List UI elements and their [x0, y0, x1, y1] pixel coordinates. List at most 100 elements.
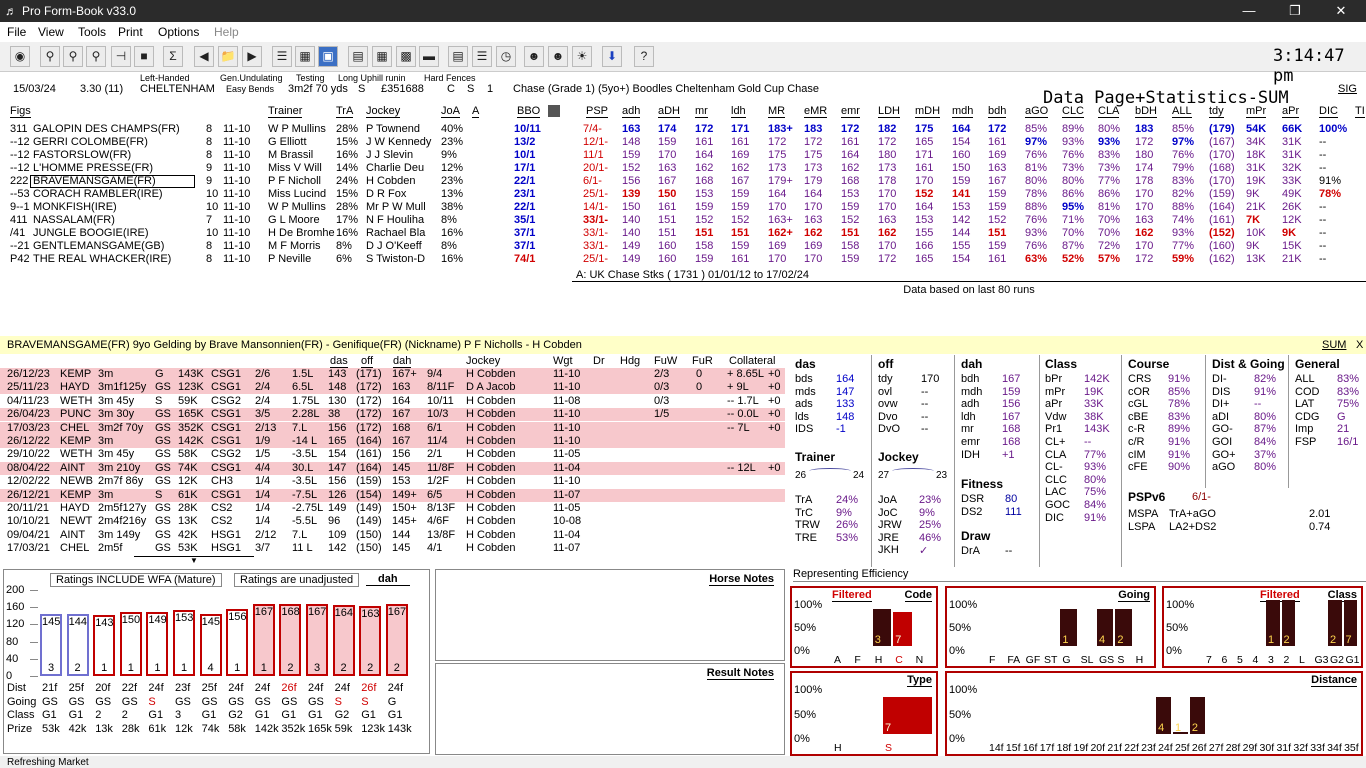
col-joa[interactable]: JoA	[441, 105, 460, 118]
stopwatch-icon[interactable]: ◷	[496, 46, 516, 67]
history-row[interactable]: 26/12/22 KEMP 3m GS 142K CSG1 1/9 -14 L 165 (164)…	[0, 435, 785, 448]
col-emr[interactable]: eMR	[804, 105, 828, 118]
col-bdh2[interactable]: bDH	[1135, 105, 1158, 118]
history-row[interactable]: 26/12/21 KEMP 3m S 61K CSG1 1/4 -7.5L 126 (154) 14…	[0, 488, 785, 502]
col-cla[interactable]: CLA	[1098, 105, 1120, 118]
hist-col-das[interactable]: das	[330, 355, 348, 368]
people-icon[interactable]: ☻	[548, 46, 568, 67]
runner-name[interactable]: BRAVEMANSGAME(FR)	[33, 175, 156, 188]
runner-row[interactable]: P42 THE REAL WHACKER(IRE) 8 11-10 P Neville 6…	[0, 253, 1366, 266]
col-ti[interactable]: TI	[1355, 105, 1365, 118]
dotted-grid-icon[interactable]: ▩	[396, 46, 416, 67]
magnifier-icon[interactable]: ⚲	[40, 46, 60, 67]
checklist-icon[interactable]: ☰	[472, 46, 492, 67]
filtered-label[interactable]: Filtered	[832, 589, 872, 602]
menu-help[interactable]: Help	[214, 25, 239, 39]
stop-icon[interactable]: ■	[134, 46, 154, 67]
down-arrow-icon[interactable]: ⬇	[602, 46, 622, 67]
hist-col-jockey[interactable]: Jockey	[466, 355, 500, 367]
col-bbo[interactable]: BBO	[517, 105, 541, 118]
runner-row[interactable]: 411 NASSALAM(FR) 7 11-10 G L Moore 17% N F Hou…	[0, 214, 1366, 227]
runner-name[interactable]: L'HOMME PRESSE(FR)	[33, 162, 153, 175]
forward-arrow-icon[interactable]: ▶	[242, 46, 262, 67]
hist-col-fuw[interactable]: FuW	[654, 355, 677, 367]
col-flag-icon[interactable]	[548, 105, 560, 117]
col-mpr[interactable]: mPr	[1246, 105, 1267, 118]
history-row[interactable]: 25/11/23 HAYD 3m1f125y GS 123K CSG1 2/4 6.5L 148…	[0, 381, 785, 395]
ratings-wfa-tab[interactable]: Ratings INCLUDE WFA (Mature)	[50, 573, 222, 587]
history-row[interactable]: 09/04/21 AINT 3m 149y GS 42K HSG1 2/12 7.L 109 (1…	[0, 529, 785, 542]
runner-row[interactable]: 311 GALOPIN DES CHAMPS(FR) 8 11-10 W P Mulli…	[0, 123, 1366, 136]
runner-row[interactable]: --21 GENTLEMANSGAME(GB) 8 11-10 M F Morris 8%…	[0, 240, 1366, 253]
hist-col-dr[interactable]: Dr	[593, 355, 605, 367]
split-view-icon[interactable]: ▤	[348, 46, 368, 67]
history-row[interactable]: 26/04/23 PUNC 3m 30y GS 165K CSG1 3/5 2.28L 38 (1…	[0, 408, 785, 422]
close-button[interactable]: ✕	[1318, 0, 1364, 22]
col-adh2[interactable]: aDH	[658, 105, 681, 118]
history-row[interactable]: 20/11/21 HAYD 2m5f127y GS 28K CS2 1/4 -2.75L 149…	[0, 502, 785, 515]
runner-name[interactable]: JUNGLE BOOGIE(IRE)	[33, 227, 149, 240]
menu-options[interactable]: Options	[158, 25, 199, 39]
history-row[interactable]: 10/10/21 NEWT 2m4f216y GS 13K CS2 1/4 -5.5L 96 (1…	[0, 515, 785, 528]
runner-row[interactable]: 9--1 MONKFISH(IRE) 10 11-10 W P Mullins 28% Mr…	[0, 201, 1366, 214]
col-all[interactable]: ALL	[1172, 105, 1192, 118]
sig-button[interactable]: SIG	[1338, 83, 1357, 95]
runner-name[interactable]: GALOPIN DES CHAMPS(FR)	[33, 123, 180, 136]
runner-name[interactable]: FASTORSLOW(FR)	[33, 149, 131, 162]
col-a[interactable]: A	[472, 105, 480, 118]
col-tdy[interactable]: tdy	[1209, 105, 1224, 118]
col-ldh[interactable]: ldh	[731, 105, 746, 118]
sum-button[interactable]: SUM	[1322, 339, 1346, 351]
hist-col-fur[interactable]: FuR	[692, 355, 713, 367]
col-bdh[interactable]: bdh	[988, 105, 1007, 118]
menu-file[interactable]: File	[7, 25, 26, 39]
runner-name[interactable]: MONKFISH(IRE)	[33, 201, 117, 214]
ratings-dah-tab[interactable]: dah	[366, 573, 410, 586]
history-scroll-arrow[interactable]: ▼	[134, 556, 254, 565]
runner-name[interactable]: GERRI COLOMBE(FR)	[33, 136, 148, 149]
hist-col-wgt[interactable]: Wgt	[553, 355, 573, 367]
hist-col-off[interactable]: off	[361, 355, 374, 368]
col-emr2[interactable]: emr	[841, 105, 860, 118]
menu-tools[interactable]: Tools	[78, 25, 106, 39]
col-clc[interactable]: CLC	[1062, 105, 1085, 118]
runner-row[interactable]: --12 L'HOMME PRESSE(FR) 9 11-10 Miss V Will 1…	[0, 162, 1366, 175]
binoculars-icon[interactable]: ◉	[10, 46, 30, 67]
ratings-unadjusted-tab[interactable]: Ratings are unadjusted	[234, 573, 360, 587]
col-mdh[interactable]: mDH	[915, 105, 941, 118]
history-row[interactable]: 12/02/22 NEWB 2m7f 86y GS 12K CH3 1/4 -3.5L 156 (…	[0, 475, 785, 488]
history-row[interactable]: 17/03/21 CHEL 2m5f GS 53K HSG1 3/7 11 L 142 (150)…	[0, 542, 785, 555]
card-view-icon[interactable]: ▬	[419, 46, 439, 67]
open-folder-icon[interactable]: 📁	[218, 46, 238, 67]
menu-view[interactable]: View	[38, 25, 64, 39]
col-trainer[interactable]: Trainer	[268, 105, 303, 118]
col-ldh2[interactable]: LDH	[878, 105, 901, 118]
history-row[interactable]: 26/12/23 KEMP 3m G 143K CSG1 2/6 1.5L 143 (171) 16…	[0, 368, 785, 381]
history-row[interactable]: 08/04/22 AINT 3m 210y GS 74K CSG1 4/4 30.L 147 (1…	[0, 461, 785, 475]
col-psp[interactable]: PSP	[586, 105, 609, 118]
notes-icon[interactable]: ▤	[448, 46, 468, 67]
col-adh[interactable]: adh	[622, 105, 641, 118]
runner-name[interactable]: THE REAL WHACKER(IRE)	[33, 253, 171, 266]
table-view-icon[interactable]: ▦	[372, 46, 392, 67]
history-row[interactable]: 17/03/23 CHEL 3m2f 70y GS 352K CSG1 2/13 7.L 156…	[0, 421, 785, 435]
col-mr[interactable]: mr	[695, 105, 708, 118]
magnifier-plus-icon[interactable]: ⚲	[86, 46, 106, 67]
col-ago[interactable]: aGO	[1025, 105, 1049, 118]
sigma-icon[interactable]: Σ	[163, 46, 183, 67]
runner-name[interactable]: NASSALAM(FR)	[33, 214, 115, 227]
runner-name[interactable]: CORACH RAMBLER(IRE)	[33, 188, 163, 201]
col-jockey[interactable]: Jockey	[366, 105, 401, 118]
col-dic[interactable]: DIC	[1319, 105, 1338, 118]
runner-row[interactable]: /41 JUNGLE BOOGIE(IRE) 10 11-10 H De Bromhe 1…	[0, 227, 1366, 240]
person-icon[interactable]: ☻	[524, 46, 544, 67]
col-mr2[interactable]: MR	[768, 105, 786, 118]
minimize-button[interactable]: —	[1226, 0, 1272, 22]
col-tra[interactable]: TrA	[336, 105, 354, 118]
maximize-button[interactable]: ❐	[1272, 0, 1318, 22]
history-row[interactable]: 04/11/23 WETH 3m 45y S 59K CSG2 2/4 1.75L 130 (17…	[0, 395, 785, 408]
hist-col-hdg[interactable]: Hdg	[620, 355, 640, 367]
hist-col-dah[interactable]: dah	[393, 355, 412, 368]
pin-icon[interactable]: ⊣	[111, 46, 131, 67]
runner-row[interactable]: --12 GERRI COLOMBE(FR) 8 11-10 G Elliott 15% J…	[0, 136, 1366, 149]
